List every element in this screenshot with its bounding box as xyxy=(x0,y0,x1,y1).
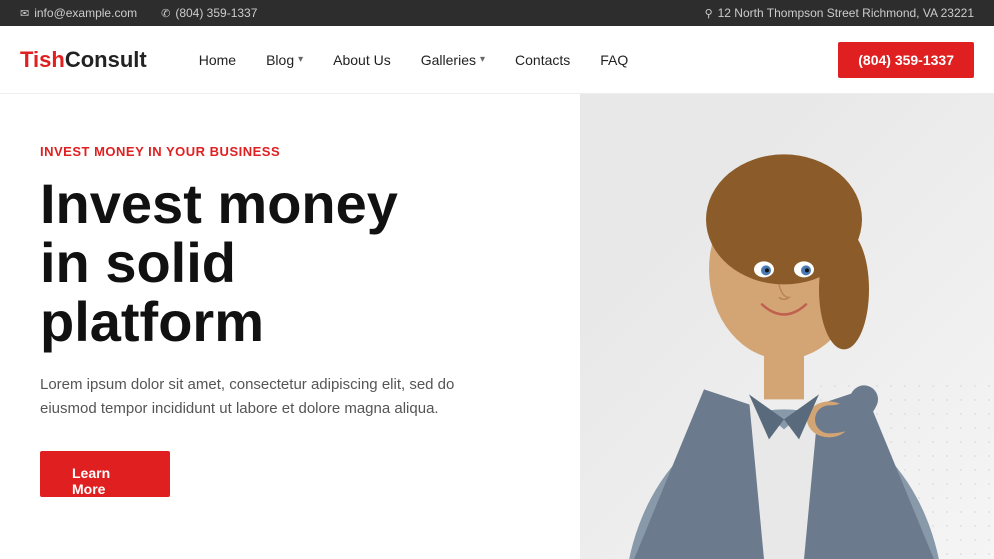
nav-about[interactable]: About Us xyxy=(321,44,403,76)
hero-person-image xyxy=(574,94,994,559)
nav-contacts[interactable]: Contacts xyxy=(503,44,582,76)
logo-part2: Consult xyxy=(65,47,147,72)
nav-faq[interactable]: FAQ xyxy=(588,44,640,76)
nav-blog-label: Blog xyxy=(266,52,294,68)
phone-text: (804) 359-1337 xyxy=(175,6,257,20)
hero-description: Lorem ipsum dolor sit amet, consectetur … xyxy=(40,373,500,421)
nav-blog[interactable]: Blog ▾ xyxy=(254,44,315,76)
nav-galleries[interactable]: Galleries ▾ xyxy=(409,44,497,76)
hero-title-line1: Invest money xyxy=(40,172,398,235)
main-nav: Home Blog ▾ About Us Galleries ▾ Contact… xyxy=(187,42,974,78)
nav-faq-label: FAQ xyxy=(600,52,628,68)
address-info: ⚲ 12 North Thompson Street Richmond, VA … xyxy=(705,6,974,20)
email-text: info@example.com xyxy=(34,6,137,20)
header-cta-button[interactable]: (804) 359-1337 xyxy=(838,42,974,78)
hero-title-line3: platform xyxy=(40,290,264,353)
hero-title: Invest money in solid platform xyxy=(40,175,540,351)
nav-about-label: About Us xyxy=(333,52,391,68)
nav-contacts-label: Contacts xyxy=(515,52,570,68)
main-header: TishConsult Home Blog ▾ About Us Galleri… xyxy=(0,26,994,94)
address-text: 12 North Thompson Street Richmond, VA 23… xyxy=(718,6,974,20)
email-icon: ✉ xyxy=(20,7,29,20)
location-icon: ⚲ xyxy=(705,7,713,20)
hero-button-label: Learn More xyxy=(72,465,110,497)
galleries-chevron-icon: ▾ xyxy=(480,54,485,65)
top-bar: ✉ info@example.com ✆ (804) 359-1337 ⚲ 12… xyxy=(0,0,994,26)
email-info: ✉ info@example.com xyxy=(20,6,137,20)
nav-home[interactable]: Home xyxy=(187,44,248,76)
nav-home-label: Home xyxy=(199,52,236,68)
top-bar-left: ✉ info@example.com ✆ (804) 359-1337 xyxy=(20,6,257,20)
hero-content: Invest Money In Your Business Invest mon… xyxy=(0,94,580,559)
logo[interactable]: TishConsult xyxy=(20,47,147,73)
hero-tagline: Invest Money In Your Business xyxy=(40,144,540,159)
phone-info: ✆ (804) 359-1337 xyxy=(161,6,257,20)
logo-part1: Tish xyxy=(20,47,65,72)
blog-chevron-icon: ▾ xyxy=(298,54,303,65)
nav-galleries-label: Galleries xyxy=(421,52,476,68)
phone-icon: ✆ xyxy=(161,7,170,20)
hero-cta-button[interactable]: Learn More xyxy=(40,451,170,497)
header-cta-label: (804) 359-1337 xyxy=(858,52,954,68)
hero-title-line2: in solid xyxy=(40,231,236,294)
hero-section: Invest Money In Your Business Invest mon… xyxy=(0,94,994,559)
